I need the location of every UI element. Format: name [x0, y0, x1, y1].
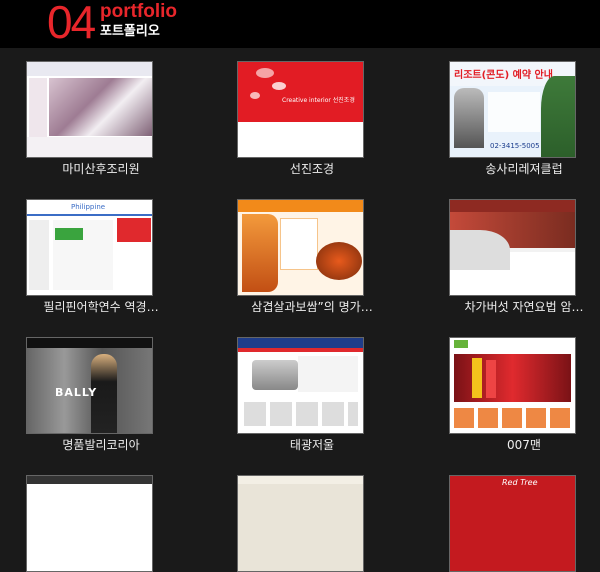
portfolio-thumbnail[interactable]: Philippine	[26, 199, 153, 296]
portfolio-item[interactable]: 차가버섯 자연요법 암…	[448, 199, 600, 314]
portfolio-item[interactable]: Creative interior 선진조경 선진조경	[236, 61, 388, 176]
portfolio-caption[interactable]: 마미산후조리원	[25, 160, 177, 177]
section-number: 04	[47, 0, 96, 48]
portfolio-caption[interactable]: 차가버섯 자연요법 암…	[448, 298, 600, 315]
thumbnail-text: 리조트(콘도) 예약 안내	[454, 70, 553, 81]
portfolio-item[interactable]: 태광저울	[236, 337, 388, 452]
portfolio-item[interactable]	[236, 475, 388, 572]
portfolio-item[interactable]: 리조트(콘도) 예약 안내 02-3415-5005 송사리레져클럽	[448, 61, 600, 176]
portfolio-thumbnail[interactable]: Red Tree	[449, 475, 576, 572]
portfolio-item[interactable]: BALLY 명품발리코리아	[25, 337, 177, 452]
portfolio-caption[interactable]: 선진조경	[236, 160, 388, 177]
thumbnail-text: Red Tree	[502, 478, 538, 487]
portfolio-thumbnail[interactable]	[26, 61, 153, 158]
portfolio-caption[interactable]: 송사리레져클럽	[448, 160, 600, 177]
portfolio-caption[interactable]: 필리핀어학연수 역경…	[25, 298, 177, 315]
portfolio-caption[interactable]: 삼겹살과보쌈”의 명가…	[236, 298, 388, 315]
thumbnail-text: 02-3415-5005	[490, 142, 540, 150]
portfolio-item[interactable]: Philippine 필리핀어학연수 역경…	[25, 199, 177, 314]
portfolio-item[interactable]: 삼겹살과보쌈”의 명가…	[236, 199, 388, 314]
thumbnail-text: Philippine	[71, 203, 106, 211]
portfolio-thumbnail[interactable]: BALLY	[26, 337, 153, 434]
portfolio-item[interactable]: 007맨	[448, 337, 600, 452]
section-title-en: portfolio	[100, 1, 178, 22]
thumbnail-text: Creative interior 선진조경	[282, 97, 355, 104]
thumbnail-text: BALLY	[55, 386, 98, 399]
portfolio-thumbnail[interactable]	[26, 475, 153, 572]
portfolio-item[interactable]: 마미산후조리원	[25, 61, 177, 176]
portfolio-thumbnail[interactable]	[237, 337, 364, 434]
portfolio-thumbnail[interactable]	[237, 199, 364, 296]
portfolio-thumbnail[interactable]	[449, 199, 576, 296]
portfolio-thumbnail[interactable]: 리조트(콘도) 예약 안내 02-3415-5005	[449, 61, 576, 158]
portfolio-caption[interactable]: 태광저울	[236, 436, 388, 453]
section-title-ko: 포트폴리오	[100, 24, 160, 39]
portfolio-caption[interactable]: 명품발리코리아	[25, 436, 177, 453]
portfolio-item[interactable]	[25, 475, 177, 572]
portfolio-caption[interactable]: 007맨	[448, 436, 600, 453]
portfolio-item[interactable]: Red Tree	[448, 475, 600, 572]
portfolio-thumbnail[interactable]	[449, 337, 576, 434]
portfolio-thumbnail[interactable]	[237, 475, 364, 572]
portfolio-thumbnail[interactable]: Creative interior 선진조경	[237, 61, 364, 158]
